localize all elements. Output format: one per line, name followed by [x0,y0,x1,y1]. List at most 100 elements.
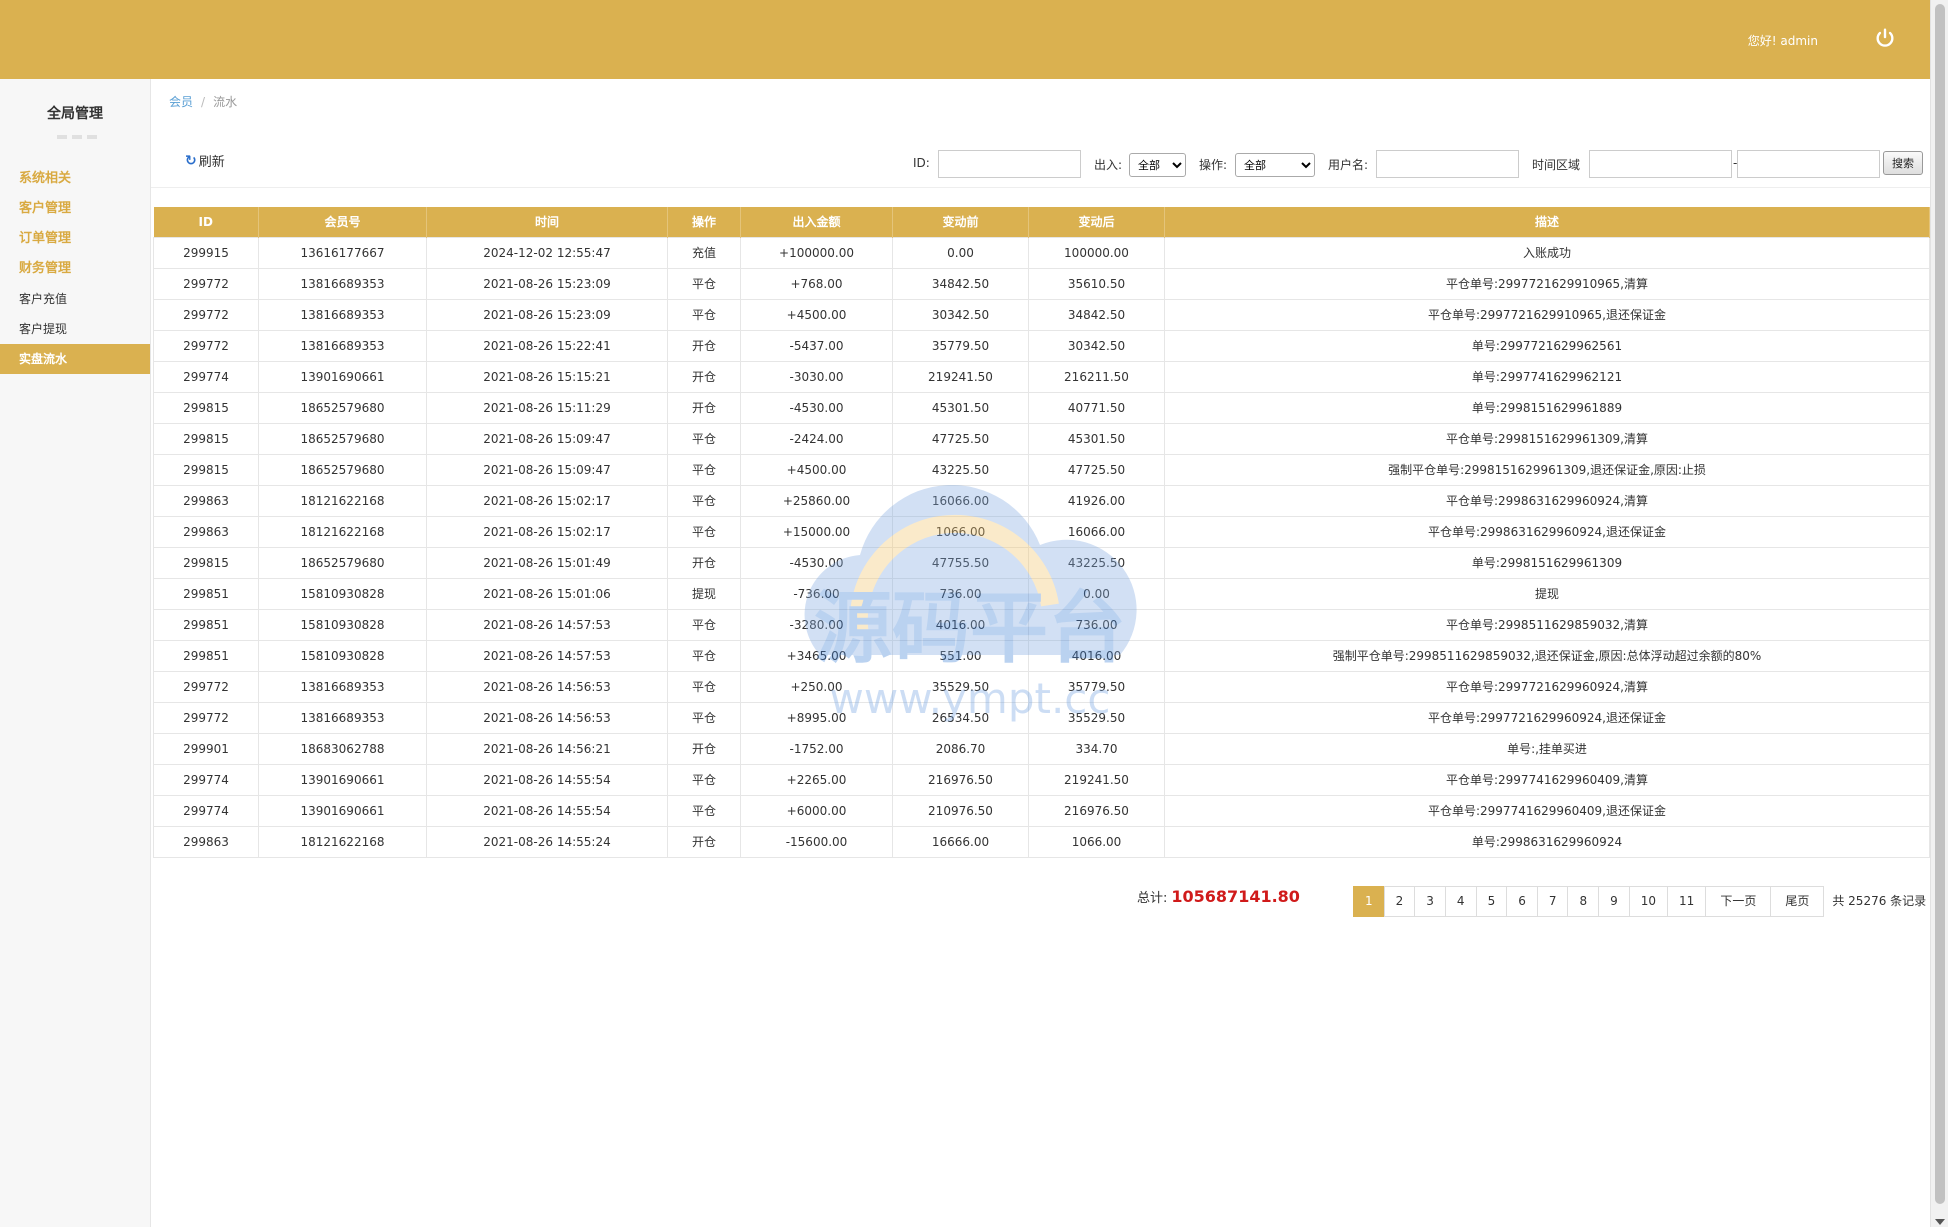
cell-operation: 开仓 [667,329,741,362]
cell-time: 2021-08-26 14:57:53 [426,639,668,672]
cell-description: 平仓单号:2997741629960409,退还保证金 [1164,794,1930,827]
sidebar-item-finance[interactable]: 财务管理 [0,254,150,284]
cell-operation: 平仓 [667,608,741,641]
table-row: 299863 18121622168 2021-08-26 15:02:17 平仓 +1… [153,515,1930,548]
page-button[interactable]: 6 [1506,886,1538,917]
cell-before: 34842.50 [892,267,1029,300]
sidebar-item-withdraw[interactable]: 客户提现 [0,314,150,344]
page-button[interactable]: 9 [1598,886,1630,917]
cell-id: 299774 [153,360,259,393]
cell-id: 299863 [153,484,259,517]
col-operation: 操作 [667,207,741,237]
col-before: 变动前 [892,207,1029,237]
cell-member: 13816689353 [258,701,427,734]
page-button[interactable]: 3 [1414,886,1446,917]
table-row: 299815 18652579680 2021-08-26 15:01:49 开仓 -4… [153,546,1930,579]
time-end-input[interactable] [1737,150,1880,178]
next-page-button[interactable]: 下一页 [1705,886,1772,917]
op-select[interactable]: 全部 [1235,153,1315,177]
cell-description: 平仓单号:2998151629961309,清算 [1164,422,1930,455]
last-page-button[interactable]: 尾页 [1770,886,1825,917]
cell-after: 40771.50 [1028,391,1165,424]
id-input[interactable] [938,150,1081,178]
cell-time: 2021-08-26 14:55:54 [426,763,668,796]
sidebar-item-flow[interactable]: 实盘流水 [0,344,150,374]
cell-description: 平仓单号:2997721629910965,清算 [1164,267,1930,300]
table-row: 299772 13816689353 2021-08-26 15:22:41 开仓 -5… [153,329,1930,362]
sidebar-item-recharge[interactable]: 客户充值 [0,284,150,314]
cell-id: 299772 [153,267,259,300]
cell-id: 299915 [153,236,259,269]
cell-description: 入账成功 [1164,236,1930,269]
table-row: 299772 13816689353 2021-08-26 15:23:09 平仓 +7… [153,267,1930,300]
cell-before: 16066.00 [892,484,1029,517]
cell-member: 18121622168 [258,484,427,517]
cell-id: 299815 [153,391,259,424]
search-button[interactable]: 搜索 [1883,151,1923,175]
cell-description: 强制平仓单号:2998151629961309,退还保证金,原因:止损 [1164,453,1930,486]
power-icon[interactable] [1874,27,1896,49]
sidebar-item-orders[interactable]: 订单管理 [0,224,150,254]
cell-after: 35779.50 [1028,670,1165,703]
page-button[interactable]: 11 [1667,886,1707,917]
cell-member: 13816689353 [258,267,427,300]
cell-member: 13816689353 [258,298,427,331]
cell-id: 299851 [153,577,259,610]
table-header-row: ID 会员号 时间 操作 出入金额 变动前 变动后 描述 [153,207,1930,237]
cell-id: 299772 [153,298,259,331]
cell-before: 35529.50 [892,670,1029,703]
page-button[interactable]: 8 [1567,886,1600,917]
page-button[interactable]: 4 [1444,886,1477,917]
cell-time: 2021-08-26 14:56:53 [426,701,668,734]
cell-operation: 平仓 [667,639,741,672]
breadcrumb: 会员 / 流水 [169,93,237,110]
cell-member: 13616177667 [258,236,427,269]
filter-bar: ID: 出入: 全部 操作: 全部 用户名: 时间区域 - 搜索 [0,150,1930,180]
cell-after: 47725.50 [1028,453,1165,486]
cell-time: 2021-08-26 15:02:17 [426,484,668,517]
table-row: 299774 13901690661 2021-08-26 15:15:21 开仓 -3… [153,360,1930,393]
page-button[interactable]: 1 [1353,886,1385,917]
scroll-down-arrow-icon[interactable] [1935,1219,1945,1225]
cell-before: 4016.00 [892,608,1029,641]
time-start-input[interactable] [1589,150,1732,178]
breadcrumb-parent[interactable]: 会员 [169,95,193,109]
page-button[interactable]: 5 [1475,886,1508,917]
scrollbar-thumb[interactable] [1935,4,1945,1204]
inout-select[interactable]: 全部 [1129,153,1186,177]
page-button[interactable]: 2 [1383,886,1416,917]
cell-amount: -3030.00 [740,360,893,393]
cell-amount: +15000.00 [740,515,893,548]
cell-amount: +768.00 [740,267,893,300]
cell-before: 219241.50 [892,360,1029,393]
cell-amount: +100000.00 [740,236,893,269]
cell-after: 35610.50 [1028,267,1165,300]
page-button[interactable]: 7 [1536,886,1569,917]
cell-id: 299774 [153,763,259,796]
cell-operation: 平仓 [667,298,741,331]
cell-time: 2021-08-26 15:22:41 [426,329,668,362]
cell-operation: 平仓 [667,484,741,517]
cell-id: 299772 [153,670,259,703]
cell-operation: 平仓 [667,422,741,455]
page-button[interactable]: 10 [1628,886,1669,917]
cell-id: 299772 [153,329,259,362]
cell-operation: 平仓 [667,267,741,300]
table-row: 299774 13901690661 2021-08-26 14:55:54 平仓 +2… [153,763,1930,796]
cell-before: 30342.50 [892,298,1029,331]
cell-description: 平仓单号:2997721629910965,退还保证金 [1164,298,1930,331]
record-count: 共 25276 条记录 [1832,894,1927,908]
table-row: 299815 18652579680 2021-08-26 15:09:47 平仓 -2… [153,422,1930,455]
cell-time: 2021-08-26 15:02:17 [426,515,668,548]
cell-before: 2086.70 [892,732,1029,765]
cell-time: 2024-12-02 12:55:47 [426,236,668,269]
cell-operation: 充值 [667,236,741,269]
col-member: 会员号 [258,207,427,237]
vertical-scrollbar[interactable] [1930,0,1948,1227]
cell-member: 13816689353 [258,670,427,703]
table-row: 299863 18121622168 2021-08-26 14:55:24 开仓 -1… [153,825,1930,858]
table-row: 299772 13816689353 2021-08-26 14:56:53 平仓 +2… [153,670,1930,703]
table-row: 299851 15810930828 2021-08-26 14:57:53 平仓 -3… [153,608,1930,641]
username-input[interactable] [1376,150,1519,178]
sidebar-item-customers[interactable]: 客户管理 [0,194,150,224]
